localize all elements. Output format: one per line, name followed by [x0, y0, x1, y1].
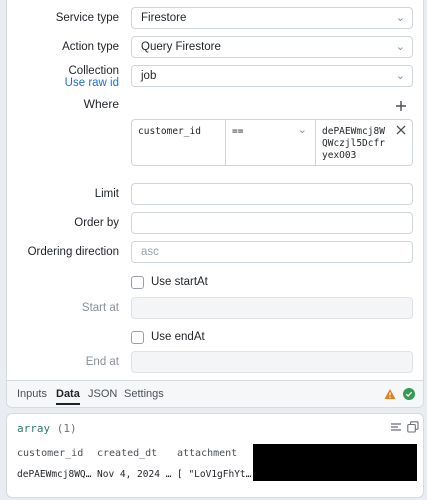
result-type: array (1): [17, 422, 77, 435]
close-icon[interactable]: [396, 125, 406, 135]
result-count: (1): [56, 422, 77, 435]
ordering-direction-label: Ordering direction: [27, 246, 119, 258]
service-type-select[interactable]: Firestore ⌄: [131, 7, 413, 29]
limit-input[interactable]: [131, 183, 413, 205]
end-at-label: End at: [85, 356, 119, 368]
bottom-tabs: Inputs Data JSON Settings: [7, 380, 423, 407]
service-type-label: Service type: [55, 12, 119, 24]
where-value-text: dePAEWmcj8WQWczjl5DcfryexO03: [322, 126, 385, 161]
where-condition: customer_id == ⌄ dePAEWmcj8WQWczjl5Dcfry…: [131, 119, 413, 166]
limit-label: Limit: [94, 188, 119, 200]
order-by-input[interactable]: [131, 212, 413, 234]
table-cell-attachment: [ "LoV1gFhYt…: [177, 469, 252, 480]
order-by-label: Order by: [74, 217, 119, 229]
chevron-down-icon: ⌄: [395, 70, 405, 82]
ordering-direction-placeholder: asc: [141, 246, 159, 258]
start-at-label: Start at: [81, 302, 119, 314]
where-label: Where: [83, 97, 119, 111]
table-cell-customer-id: dePAEWmcj8WQ…: [17, 469, 92, 480]
active-tab-indicator: [56, 403, 80, 405]
collection-label: Collection: [68, 65, 120, 77]
result-type-label: array: [17, 422, 51, 435]
action-type-label: Action type: [62, 41, 119, 53]
copy-icon[interactable]: [407, 421, 419, 433]
where-value-input[interactable]: dePAEWmcj8WQWczjl5DcfryexO03: [316, 120, 412, 165]
use-raw-id-link[interactable]: Use raw id: [65, 77, 119, 89]
use-start-at-label: Use startAt: [151, 276, 208, 288]
success-check-icon[interactable]: [403, 388, 415, 400]
end-at-input[interactable]: [131, 351, 413, 373]
collection-select[interactable]: job ⌄: [131, 65, 413, 87]
tab-settings[interactable]: Settings: [124, 388, 164, 400]
tab-data[interactable]: Data: [56, 388, 80, 400]
chevron-down-icon: ⌄: [395, 12, 405, 24]
column-header-attachment[interactable]: attachment: [177, 448, 237, 459]
column-header-customer-id[interactable]: customer_id: [17, 448, 83, 459]
table-cell-created-dt: Nov 4, 2024 …: [97, 469, 172, 480]
redaction-box: [253, 444, 417, 481]
action-type-select[interactable]: Query Firestore ⌄: [131, 36, 413, 58]
service-type-value: Firestore: [141, 12, 187, 24]
warning-icon[interactable]: [384, 388, 396, 400]
column-header-created-dt[interactable]: created_dt: [97, 448, 157, 459]
chevron-down-icon: ⌄: [395, 41, 405, 53]
where-operator-value: ==: [232, 126, 244, 137]
start-at-input[interactable]: [131, 297, 413, 319]
where-field-value: customer_id: [138, 126, 201, 137]
collection-value: job: [141, 70, 157, 82]
use-end-at-checkbox[interactable]: [131, 331, 144, 344]
result-panel: array (1) customer_id created_dt attachm…: [6, 413, 424, 498]
plus-icon[interactable]: [395, 100, 407, 112]
action-type-value: Query Firestore: [141, 41, 221, 53]
collapse-icon[interactable]: [390, 421, 402, 433]
use-start-at-checkbox[interactable]: [131, 276, 144, 289]
tab-json[interactable]: JSON: [88, 388, 117, 400]
ordering-direction-input[interactable]: asc: [131, 241, 413, 263]
tab-inputs[interactable]: Inputs: [17, 388, 47, 400]
where-field-input[interactable]: customer_id: [132, 120, 226, 165]
chevron-down-icon: ⌄: [297, 123, 307, 136]
where-operator-select[interactable]: == ⌄: [226, 120, 316, 165]
query-config-panel: Service type Firestore ⌄ Action type Que…: [6, 0, 424, 408]
use-end-at-label: Use endAt: [151, 331, 205, 343]
